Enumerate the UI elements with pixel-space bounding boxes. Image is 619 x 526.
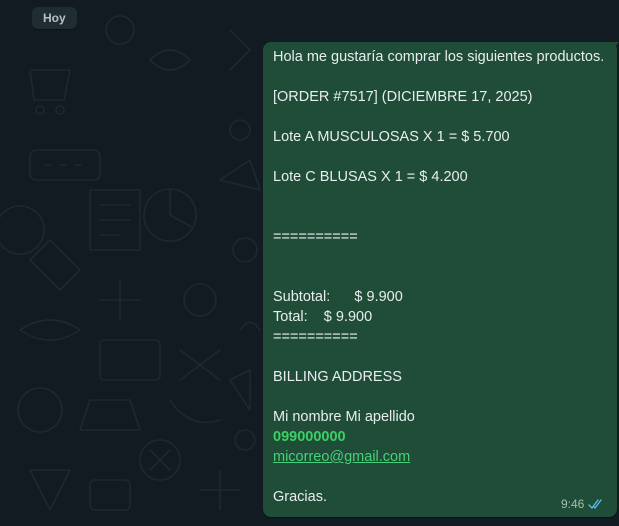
message-line-greeting: Hola me gustaría comprar los siguientes …	[273, 49, 605, 65]
message-line-name: Mi nombre Mi apellido	[273, 409, 415, 425]
message-line-order: [ORDER #7517] (DICIEMBRE 17, 2025)	[273, 89, 533, 105]
message-meta: 9:46	[561, 496, 604, 512]
phone-link[interactable]: 099000000	[273, 429, 346, 445]
message-separator: ==========	[273, 329, 358, 345]
message-separator: ==========	[273, 229, 358, 245]
email-link[interactable]: micorreo@gmail.com	[273, 449, 410, 465]
double-check-read-icon	[588, 498, 604, 510]
message-time: 9:46	[561, 497, 585, 511]
message-line-item-a: Lote A MUSCULOSAS X 1 = $ 5.700	[273, 129, 510, 145]
message-line-total: Total: $ 9.900	[273, 309, 373, 325]
date-divider: Hoy	[32, 7, 77, 29]
message-line-subtotal: Subtotal: $ 9.900	[273, 289, 403, 305]
message-line-item-c: Lote C BLUSAS X 1 = $ 4.200	[273, 169, 468, 185]
message-text: Hola me gustaría comprar los siguientes …	[273, 47, 613, 507]
message-line-billing-heading: BILLING ADDRESS	[273, 369, 402, 385]
